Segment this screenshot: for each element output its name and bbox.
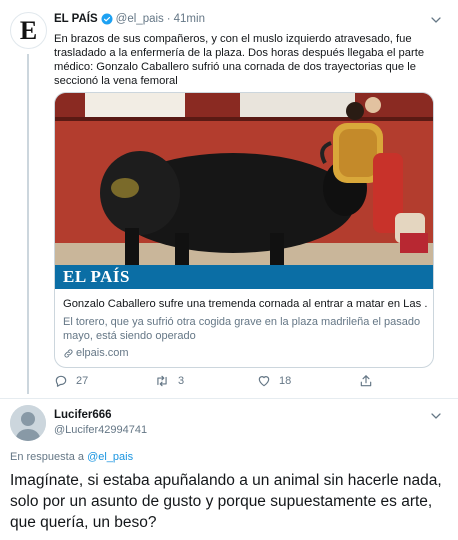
timestamp[interactable]: 41min (174, 13, 205, 25)
verified-icon (101, 13, 113, 25)
retweet-button[interactable]: 3 (154, 374, 184, 388)
action-bar: 27 3 18 (54, 374, 424, 390)
replying-to-handle[interactable]: @el_pais (87, 451, 133, 463)
like-icon (258, 376, 270, 387)
reply-button[interactable]: 27 (54, 374, 88, 388)
thread-line (27, 54, 29, 394)
tweet-header: EL PAÍS @el_pais · 41min (54, 13, 205, 25)
reply-text: Imagínate, si estaba apuñalando a un ani… (10, 472, 442, 531)
replying-to-label: En respuesta a (10, 451, 84, 463)
link-card[interactable]: EL PAÍS Gonzalo Caballero sufre una trem… (54, 92, 434, 368)
share-button[interactable] (359, 374, 381, 388)
chevron-down-icon[interactable] (430, 14, 442, 26)
separator: · (166, 13, 171, 25)
card-brand-bar: EL PAÍS (55, 265, 433, 289)
share-icon (360, 375, 372, 387)
card-title: Gonzalo Caballero sufre una tremenda cor… (63, 298, 427, 310)
card-link-text: elpais.com (76, 347, 129, 359)
avatar[interactable]: E (10, 12, 47, 49)
retweet-icon (157, 375, 167, 387)
card-brand: EL PAÍS (63, 267, 130, 286)
link-icon (64, 348, 73, 358)
author-handle[interactable]: @Lucifer42994741 (54, 424, 147, 436)
like-count: 18 (279, 375, 292, 387)
retweet-count: 3 (178, 375, 185, 387)
tweet-text: En brazos de sus compañeros, y con el mu… (54, 33, 425, 87)
replying-to: En respuesta a @el_pais (10, 451, 133, 463)
divider (0, 398, 458, 399)
like-button[interactable]: 18 (257, 374, 291, 388)
tweet[interactable]: E EL PAÍS @el_pais · 41min En brazos de … (0, 0, 458, 400)
reply-count: 27 (76, 375, 89, 387)
author-name[interactable]: EL PAÍS (54, 13, 98, 25)
chevron-down-icon[interactable] (430, 410, 442, 422)
avatar[interactable] (10, 405, 46, 441)
avatar-logo: E (19, 15, 38, 45)
author-name[interactable]: Lucifer666 (54, 409, 112, 421)
default-avatar-icon (10, 405, 46, 441)
card-domain: elpais.com (63, 347, 129, 359)
author-handle[interactable]: @el_pais (116, 13, 164, 25)
card-description: El torero, que ya sufrió otra cogida gra… (63, 316, 421, 342)
reply-icon (55, 375, 67, 387)
card-image (55, 93, 433, 265)
